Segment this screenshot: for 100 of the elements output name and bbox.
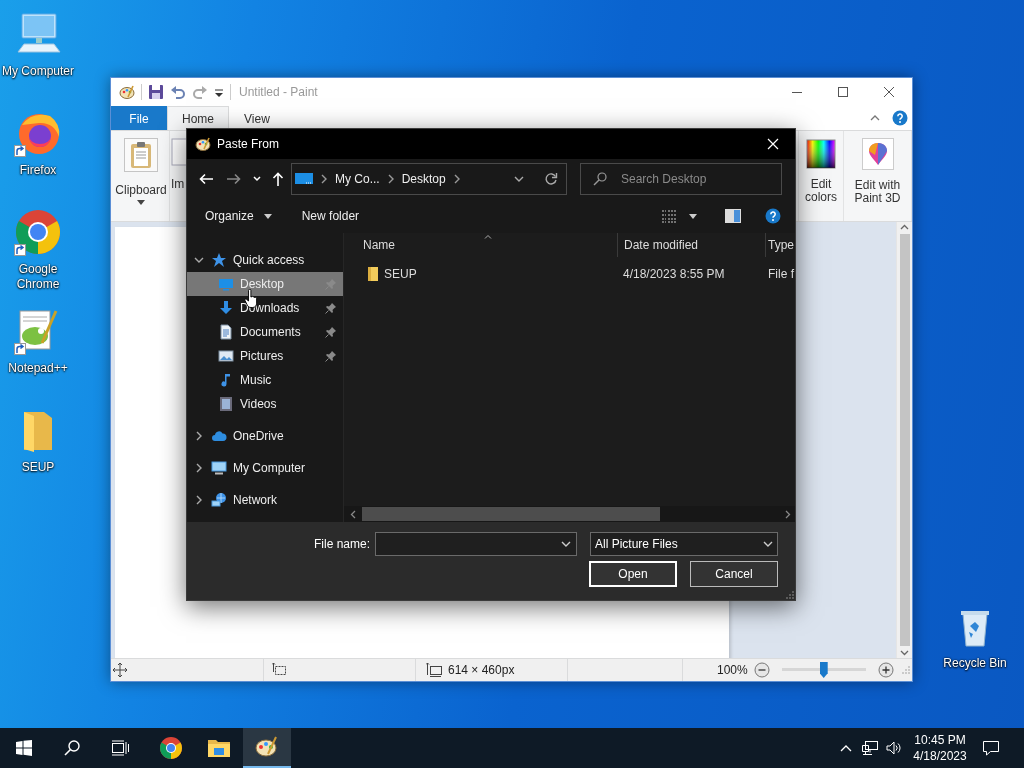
file-type-dropdown[interactable]: All Picture Files — [590, 532, 778, 556]
nav-item[interactable]: Network — [187, 488, 343, 512]
breadcrumb-item[interactable]: My Co... — [335, 172, 380, 186]
clock[interactable]: 10:45 PM 4/18/2023 — [906, 728, 974, 768]
expand-chevron-icon — [194, 255, 204, 265]
scroll-left-icon[interactable] — [350, 509, 356, 519]
forward-arrow-icon — [227, 173, 241, 185]
dialog-button[interactable]: Cancel — [690, 561, 778, 587]
paint-palette-icon — [195, 136, 211, 152]
up-arrow-icon — [272, 172, 284, 186]
chrome-icon[interactable] — [14, 208, 62, 256]
image-size-icon — [426, 663, 442, 677]
paint-palette-icon — [119, 84, 135, 100]
network-icon — [211, 492, 227, 508]
toolbar-button[interactable]: Organize — [205, 209, 272, 223]
scroll-up-icon[interactable] — [900, 224, 909, 230]
save-icon[interactable] — [148, 84, 164, 100]
window-title: Untitled - Paint — [239, 85, 318, 99]
file-menu-tab[interactable]: File — [111, 106, 167, 130]
dropdown-chevron-icon — [561, 539, 571, 549]
caret-down-icon[interactable] — [137, 200, 145, 205]
dialog-button[interactable]: Open — [589, 561, 677, 587]
scrollbar-thumb[interactable] — [362, 507, 660, 521]
nav-item[interactable]: Videos — [187, 392, 343, 416]
resize-grip-icon — [786, 591, 794, 599]
address-bar[interactable]: My Co... Desktop — [291, 163, 567, 195]
nav-item[interactable]: Quick access — [187, 248, 343, 272]
column-header[interactable]: Type — [765, 233, 795, 257]
film-icon — [218, 396, 234, 412]
toolbar-button[interactable]: New folder — [301, 209, 360, 223]
nav-item[interactable]: Pictures — [187, 344, 343, 368]
computer-icon — [211, 460, 227, 476]
expand-chevron-icon — [194, 463, 204, 473]
picture-icon — [218, 348, 234, 364]
paint-drop-icon[interactable] — [861, 138, 894, 170]
vertical-scrollbar[interactable] — [896, 222, 912, 658]
expand-chevron-icon — [194, 431, 204, 441]
search-field[interactable]: Search Desktop — [580, 163, 782, 195]
ribbon-group-label[interactable]: Edit colors — [801, 178, 841, 204]
taskbar-app-button[interactable] — [243, 728, 291, 768]
ribbon-tab[interactable]: View — [229, 106, 285, 130]
slider-thumb[interactable] — [819, 662, 828, 678]
dialog-title: Paste From — [217, 137, 279, 151]
nav-item[interactable]: My Computer — [187, 456, 343, 480]
speaker-icon — [886, 741, 902, 755]
ribbon-group-label[interactable]: Im — [171, 178, 185, 191]
breadcrumb-chevron-icon — [319, 174, 329, 184]
address-dropdown-icon — [514, 174, 524, 184]
breadcrumb-item[interactable]: Desktop — [401, 172, 446, 186]
ribbon-tab[interactable]: Home — [167, 106, 229, 130]
desktop-icon — [295, 172, 313, 186]
customize-caret-icon[interactable] — [214, 86, 224, 98]
chrome-icon — [159, 736, 183, 760]
nav-item[interactable]: Music — [187, 368, 343, 392]
paint-palette-icon — [255, 735, 279, 759]
nav-item[interactable]: Desktop — [187, 272, 343, 296]
network-icon — [862, 741, 878, 755]
windows-logo-icon — [16, 740, 32, 756]
color-spectrum-icon[interactable] — [806, 139, 836, 169]
scrollbar-thumb[interactable] — [899, 234, 910, 646]
sort-caret-icon — [484, 234, 492, 239]
close-icon — [884, 87, 894, 97]
icon-label[interactable]: Recycle Bin — [943, 656, 1007, 671]
collapse-ribbon-icon[interactable] — [870, 113, 880, 123]
image-size-text: 614 × 460px — [448, 663, 515, 677]
horizontal-scrollbar[interactable] — [344, 506, 795, 522]
search-icon — [593, 172, 607, 186]
back-arrow-icon — [199, 173, 213, 185]
download-arrow-icon — [218, 300, 234, 316]
chevron-up-icon — [840, 744, 852, 752]
column-header[interactable]: Name — [344, 233, 617, 257]
zoom-level-text: 100% — [717, 663, 748, 677]
zoom-in-icon[interactable] — [877, 662, 894, 678]
cloud-icon — [211, 428, 227, 444]
scroll-right-icon[interactable] — [785, 509, 791, 519]
undo-icon[interactable] — [170, 84, 186, 100]
resize-grip-icon — [902, 666, 910, 674]
view-options-icon[interactable] — [661, 209, 677, 223]
folder-icon — [365, 266, 381, 282]
task-view-icon — [111, 740, 129, 756]
nav-item[interactable]: OneDrive — [187, 424, 343, 448]
dropdown-chevron-icon — [763, 539, 773, 549]
help-icon[interactable] — [765, 208, 781, 224]
file-name[interactable]: SEUP — [384, 267, 417, 281]
file-name-field[interactable] — [375, 532, 577, 556]
date-modified: 4/18/2023 8:55 PM — [623, 267, 725, 281]
scroll-down-icon[interactable] — [900, 650, 909, 656]
maximize-icon — [838, 87, 848, 97]
caret-down-icon[interactable] — [689, 213, 697, 219]
chevron-down-icon — [253, 176, 261, 182]
column-header[interactable]: Date modified — [617, 233, 765, 257]
refresh-icon[interactable] — [544, 172, 558, 186]
document-icon — [218, 324, 234, 340]
zoom-out-icon[interactable] — [753, 662, 770, 678]
nav-item[interactable]: Documents — [187, 320, 343, 344]
ribbon-group-label[interactable]: Clipboard — [115, 184, 167, 197]
field-label: File name: — [313, 537, 370, 551]
ribbon-group-label[interactable]: Edit with Paint 3D — [846, 179, 909, 205]
selection-size-icon — [272, 663, 286, 677]
speech-bubble-icon — [982, 740, 1000, 756]
